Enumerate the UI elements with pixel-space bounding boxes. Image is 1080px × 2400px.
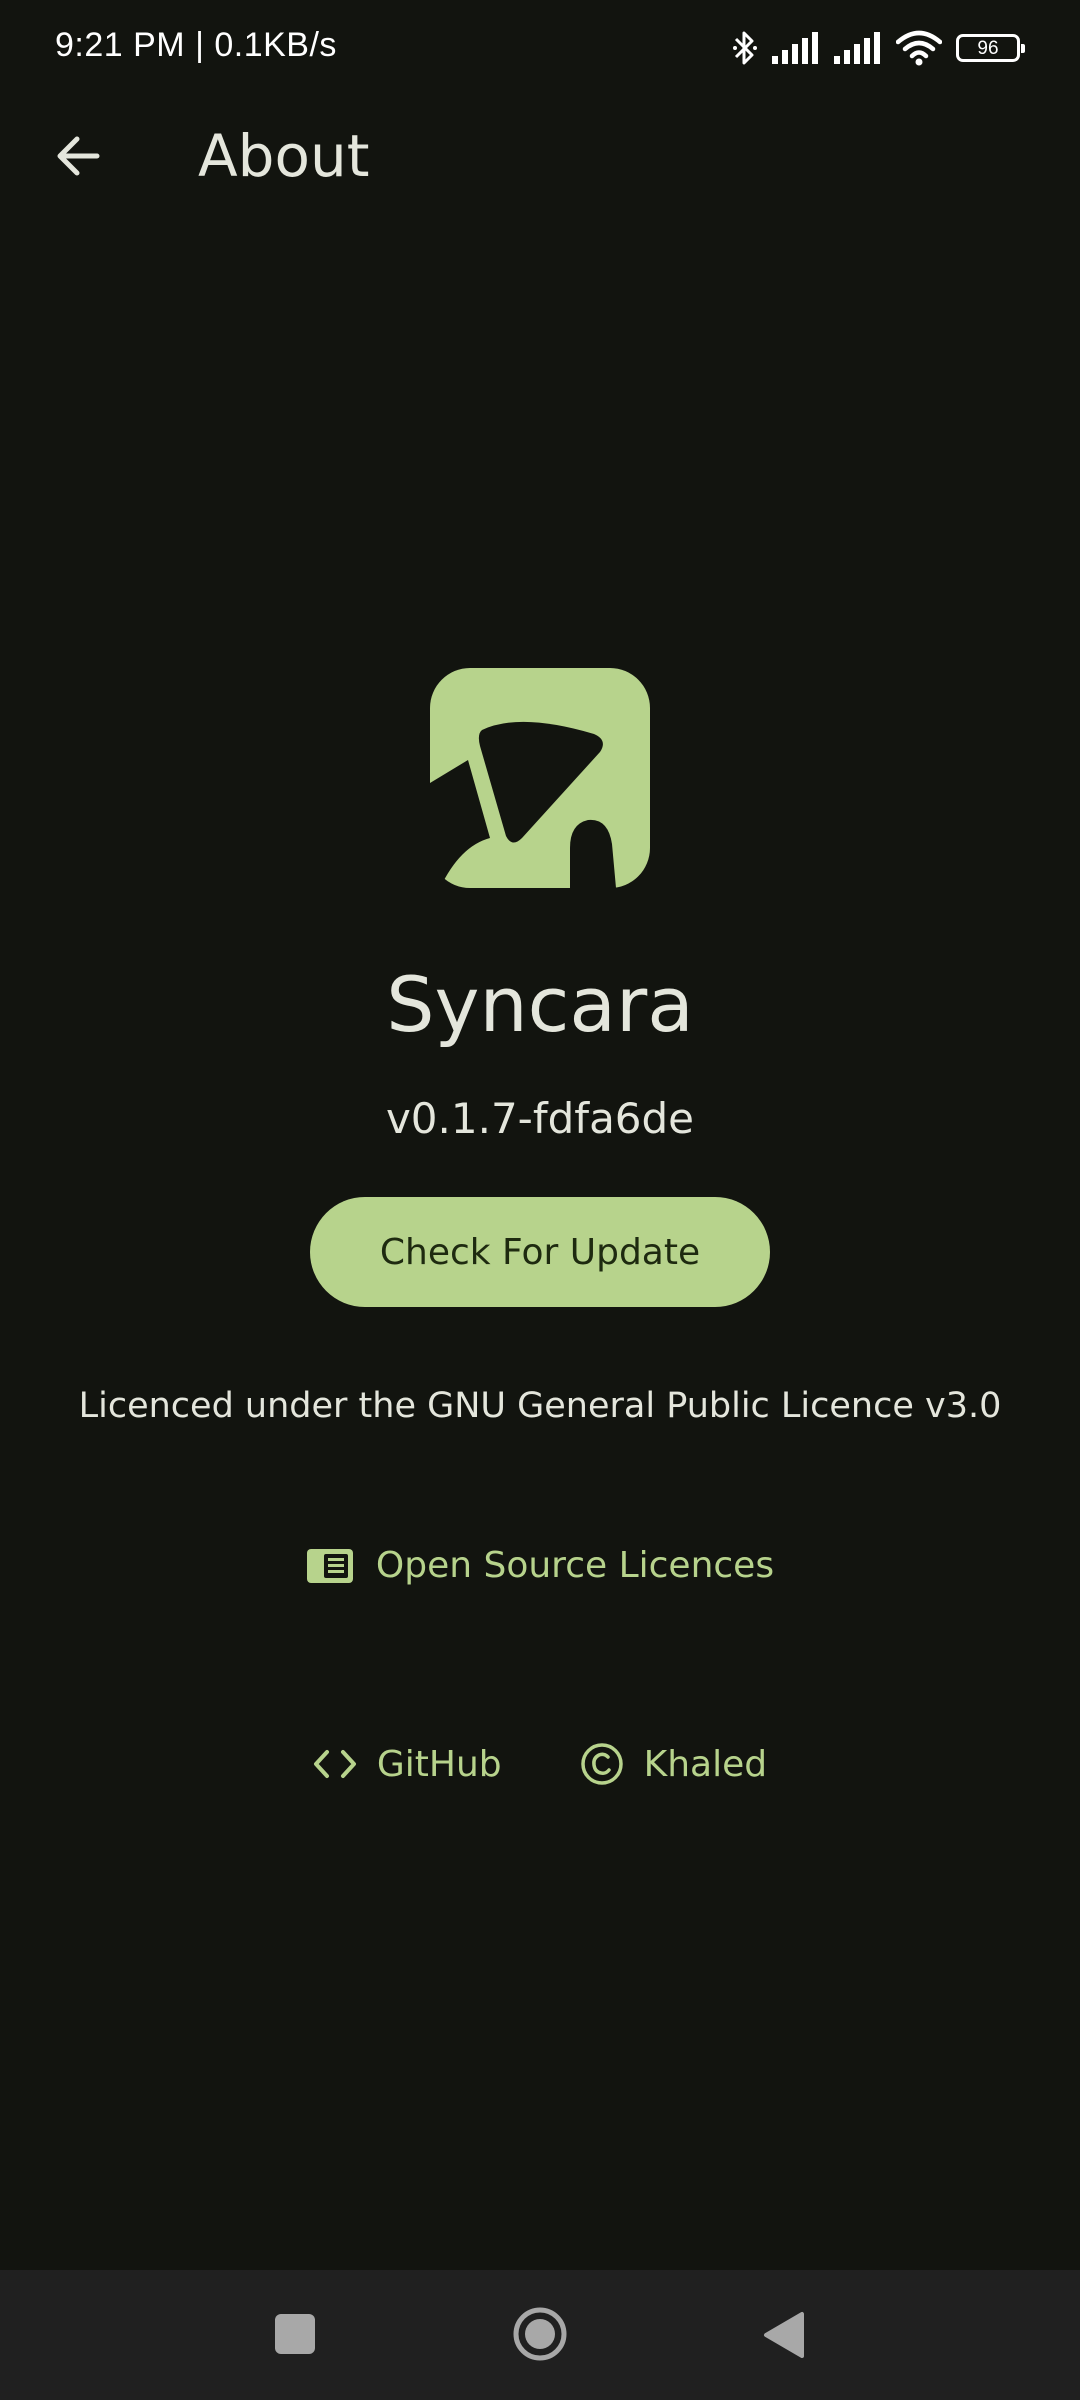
- github-label: GitHub: [376, 1743, 502, 1785]
- check-for-update-button[interactable]: Check For Update: [310, 1197, 770, 1307]
- licence-text: Licenced under the GNU General Public Li…: [78, 1386, 1002, 1426]
- page-title: About: [198, 122, 370, 190]
- syncara-logo-icon: [430, 668, 650, 888]
- wifi-icon: [896, 30, 942, 66]
- author-link[interactable]: Khaled: [580, 1742, 768, 1786]
- battery-icon: 96: [956, 34, 1025, 62]
- recents-icon[interactable]: [275, 2314, 315, 2354]
- home-icon[interactable]: [512, 2306, 568, 2362]
- code-icon: [313, 1750, 356, 1778]
- github-link[interactable]: GitHub: [313, 1744, 502, 1785]
- back-triangle-icon[interactable]: [762, 2310, 806, 2360]
- signal-icon: [772, 32, 818, 64]
- author-label: Khaled: [643, 1743, 768, 1785]
- open-source-licences-link[interactable]: Open Source Licences: [0, 1545, 1080, 1586]
- app-version: v0.1.7-fdfa6de: [385, 1094, 695, 1143]
- links-row: GitHub Khaled: [0, 1742, 1080, 1786]
- app-logo: [430, 668, 650, 888]
- signal-icon: [834, 32, 880, 64]
- status-bar: 9:21 PM | 0.1KB/s 96: [0, 0, 1080, 100]
- licence-book-icon: [306, 1548, 353, 1583]
- status-icons: 96: [732, 28, 1025, 68]
- back-button[interactable]: [38, 116, 118, 196]
- app-bar: About: [0, 100, 1080, 220]
- copyright-icon: [580, 1743, 623, 1785]
- system-nav-bar: [0, 2270, 1080, 2400]
- bluetooth-icon: [733, 31, 757, 65]
- status-time: 9:21 PM | 0.1KB/s: [55, 26, 337, 64]
- open-source-licences-label: Open Source Licences: [375, 1545, 775, 1586]
- app-name: Syncara: [386, 960, 694, 1049]
- arrow-back-icon: [57, 136, 100, 176]
